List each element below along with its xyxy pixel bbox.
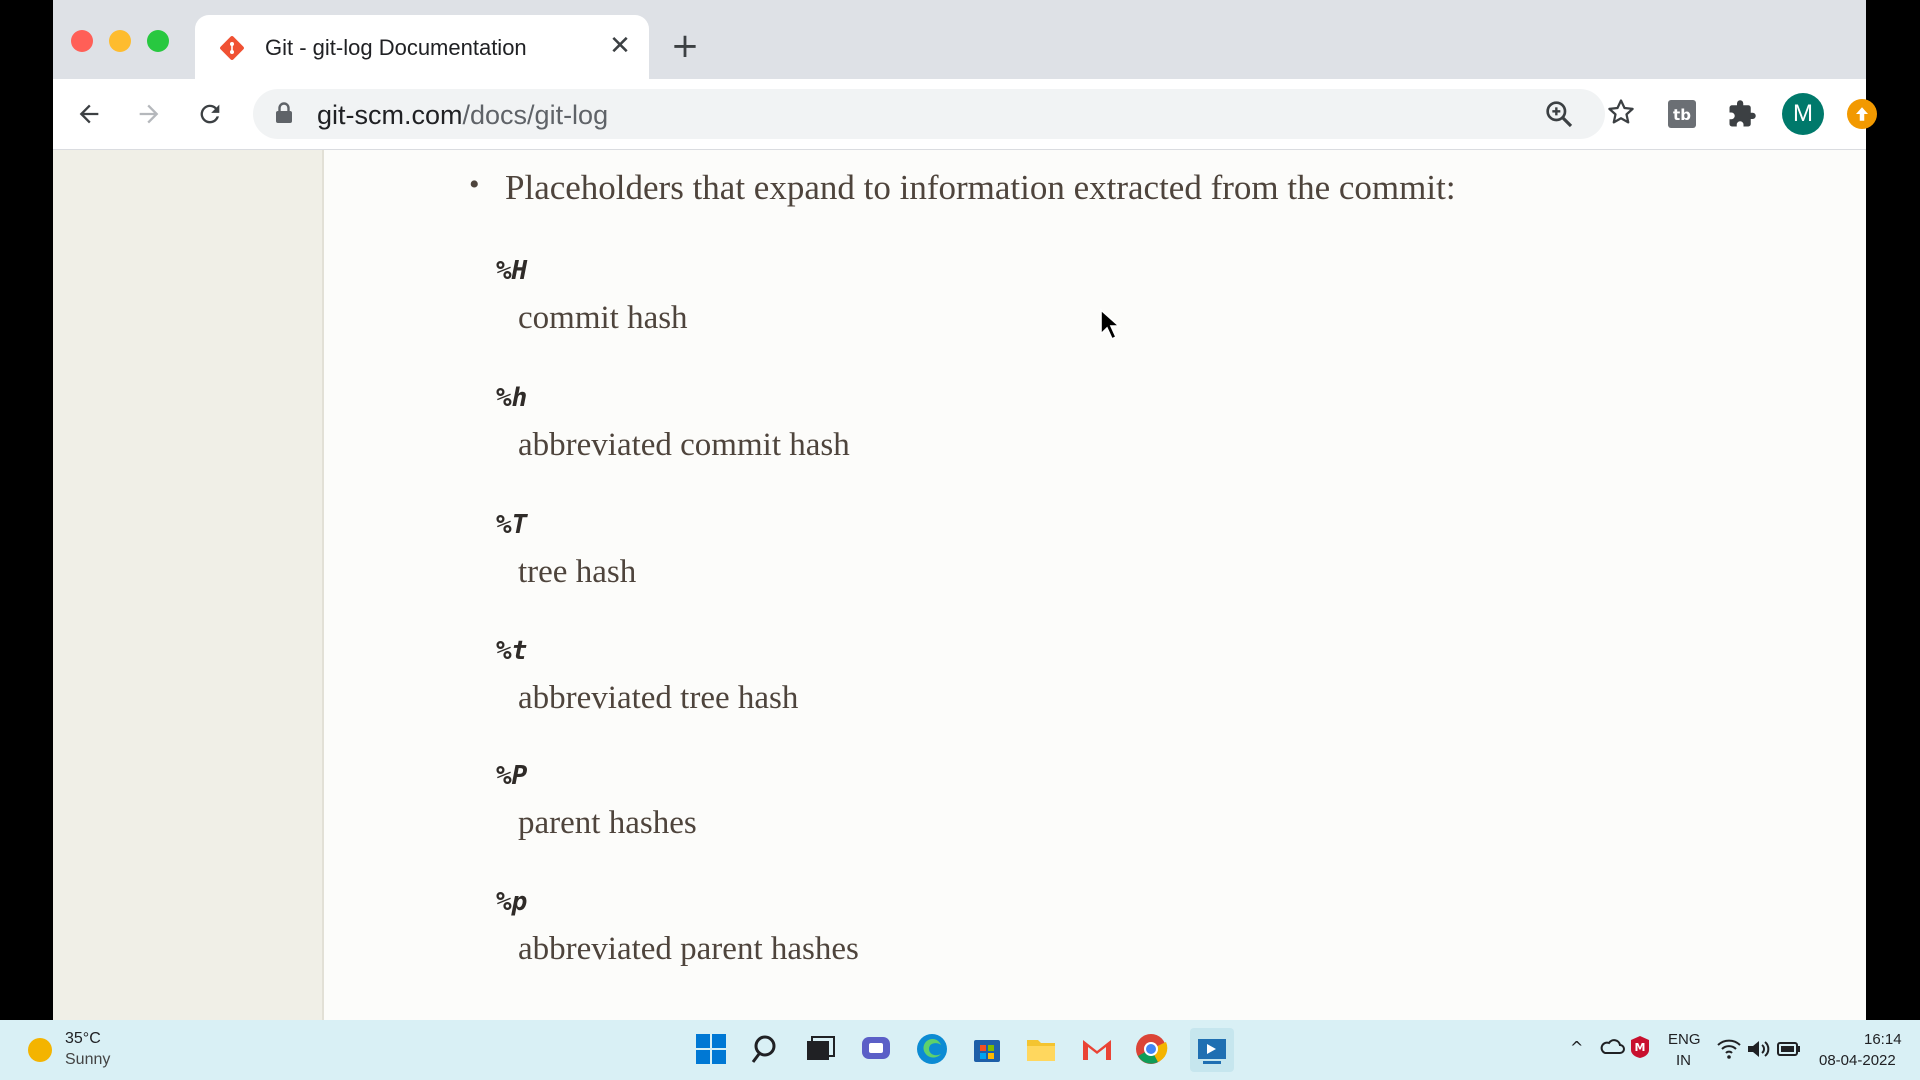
placeholder-desc: tree hash [518, 554, 637, 590]
url-path: /docs/git-log [462, 100, 609, 130]
placeholder-term: %h [496, 383, 528, 413]
clock-date[interactable]: 08-04-2022 [1819, 1052, 1896, 1069]
back-arrow-icon[interactable] [71, 96, 107, 132]
forward-arrow-icon[interactable] [131, 96, 167, 132]
lock-icon[interactable] [275, 102, 293, 129]
placeholder-term: %H [496, 256, 528, 286]
chevron-up-icon[interactable]: ^ [1570, 1038, 1583, 1057]
browser-toolbar: git-scm.com/docs/git-log tb M [53, 79, 1877, 150]
update-icon[interactable] [1847, 99, 1877, 129]
placeholder-desc: abbreviated parent hashes [518, 931, 859, 967]
gmail-icon[interactable] [1080, 1032, 1116, 1068]
weather-temperature[interactable]: 35°C [65, 1030, 101, 1048]
windows-taskbar: 35°C Sunny ^ M ENG IN 16:14 08-04-2022 [0, 1020, 1920, 1080]
language-indicator[interactable]: ENG [1668, 1031, 1701, 1048]
chrome-icon[interactable] [1134, 1032, 1170, 1068]
docs-sidebar [53, 150, 324, 1020]
zoom-icon[interactable] [1543, 98, 1575, 135]
teams-chat-icon[interactable] [859, 1032, 895, 1068]
tabnine-extension-icon[interactable]: tb [1664, 96, 1700, 132]
svg-text:M: M [1635, 1041, 1646, 1054]
placeholder-term: %P [496, 761, 528, 791]
placeholder-desc: commit hash [518, 300, 688, 336]
address-bar[interactable]: git-scm.com/docs/git-log [253, 89, 1605, 139]
microsoft-store-icon[interactable] [970, 1032, 1006, 1068]
page-viewport: • Placeholders that expand to informatio… [53, 150, 1866, 1020]
svg-text:tb: tb [1673, 106, 1691, 124]
url-domain: git-scm.com [317, 100, 463, 130]
intro-text: Placeholders that expand to information … [505, 168, 1456, 207]
language-region[interactable]: IN [1676, 1052, 1691, 1069]
traffic-light-minimize[interactable] [109, 30, 131, 52]
profile-avatar[interactable]: M [1782, 93, 1824, 135]
placeholder-desc: abbreviated tree hash [518, 680, 799, 716]
docs-content: • Placeholders that expand to informatio… [323, 150, 1866, 1020]
tab-strip: Git - git-log Documentation ✕ + [53, 0, 1866, 79]
url-text[interactable]: git-scm.com/docs/git-log [317, 100, 608, 131]
placeholder-intro: • Placeholders that expand to informatio… [469, 168, 1456, 208]
mouse-cursor-icon [1100, 308, 1122, 341]
traffic-light-close[interactable] [71, 30, 93, 52]
tab-active[interactable]: Git - git-log Documentation ✕ [195, 15, 649, 79]
edge-browser-icon[interactable] [915, 1032, 951, 1068]
file-explorer-icon[interactable] [1024, 1032, 1060, 1068]
placeholder-term: %t [496, 636, 528, 666]
task-view-icon[interactable] [803, 1032, 839, 1068]
placeholder-desc: parent hashes [518, 805, 697, 841]
remote-desktop-icon[interactable] [1190, 1028, 1234, 1072]
placeholder-term: %p [496, 887, 528, 917]
new-tab-button[interactable]: + [667, 28, 703, 64]
git-logo-icon [220, 36, 244, 60]
clock-time[interactable]: 16:14 [1864, 1031, 1902, 1048]
reload-icon[interactable] [192, 96, 228, 132]
bullet: • [469, 168, 480, 201]
placeholder-desc: abbreviated commit hash [518, 427, 850, 463]
start-windows-icon[interactable] [694, 1032, 730, 1068]
weather-sun-icon[interactable] [28, 1038, 52, 1062]
mcafee-icon[interactable]: M [1627, 1034, 1663, 1070]
weather-condition[interactable]: Sunny [65, 1051, 110, 1069]
tab-close-icon[interactable]: ✕ [603, 29, 637, 63]
traffic-light-zoom[interactable] [147, 30, 169, 52]
extensions-puzzle-icon[interactable] [1724, 96, 1760, 132]
tab-title: Git - git-log Documentation [265, 35, 527, 60]
bookmark-star-icon[interactable] [1603, 94, 1639, 130]
battery-icon[interactable] [1776, 1036, 1812, 1072]
placeholder-term: %T [496, 510, 528, 540]
search-icon[interactable] [750, 1032, 786, 1068]
